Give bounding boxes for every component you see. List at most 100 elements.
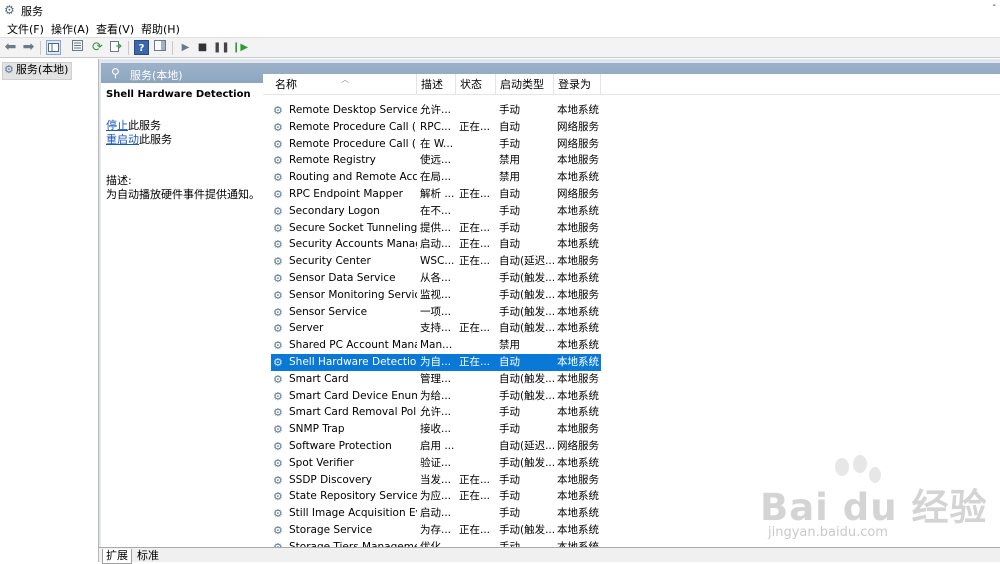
service-gear-icon: ⚙ [273, 221, 283, 235]
service-name: ⚙Storage Tiers Management [271, 539, 417, 547]
menu-help[interactable]: 帮助(H) [141, 21, 180, 37]
table-row[interactable]: ⚙ Sensor Data Service 从各... 手动(触发... 本地系统 [263, 270, 1000, 287]
export-list-icon[interactable] [108, 40, 123, 55]
service-startup-type: 手动 [499, 540, 520, 547]
service-name-text: SSDP Discovery [289, 473, 372, 486]
table-row[interactable]: ⚙ Still Image Acquisition Ev... 启动... 手动 本地系… [263, 505, 1000, 522]
service-name-text: Smart Card [289, 372, 349, 385]
service-status [456, 388, 496, 405]
menu-view[interactable]: 查看(V) [96, 21, 134, 37]
start-service-icon[interactable]: ▶ [178, 40, 193, 55]
show-console-tree-icon[interactable] [46, 40, 61, 55]
table-row[interactable]: ⚙ Secondary Logon 在不... 手动 本地系统 [263, 203, 1000, 220]
service-name: ⚙ Remote Registry [271, 152, 417, 169]
service-name: ⚙ SNMP Trap [271, 421, 417, 438]
service-status [456, 404, 496, 421]
service-logon-as: 网络服务 [557, 188, 599, 200]
service-description: 验证... [420, 456, 452, 469]
table-row[interactable]: ⚙ Smart Card Device Enum...为给... 手动(触发...本… [263, 388, 1000, 405]
pause-service-icon[interactable]: ❚❚ [213, 40, 230, 55]
properties-pane-icon[interactable] [70, 40, 85, 55]
back-icon[interactable]: ⬅ [3, 40, 18, 55]
forward-icon[interactable]: ➡ [21, 40, 36, 55]
service-startup-type: 手动(触发... [499, 524, 554, 536]
table-row-selected[interactable]: ⚙ Shell Hardware Detection 为自... 正在... 自动 本地系… [263, 354, 1000, 371]
table-row[interactable]: ⚙ Remote Procedure Call (... RPC... 正在... 自动… [263, 119, 1000, 136]
table-row[interactable]: ⚙ Security Accounts Manag...启动... 正在... 自动 本… [263, 236, 1000, 253]
service-description: 在局... [420, 171, 452, 184]
refresh-icon[interactable]: ⟳ [90, 40, 105, 55]
service-description: 启动... [420, 238, 452, 251]
service-name: ⚙ Remote Procedure Call (... [271, 136, 417, 153]
service-name-text: Remote Registry [289, 154, 376, 167]
service-name: ⚙ Spot Verifier [271, 455, 417, 472]
column-header-status[interactable]: 状态 [456, 74, 496, 94]
service-gear-icon: ⚙ [273, 238, 283, 252]
menu-file[interactable]: 文件(F) [7, 21, 44, 37]
service-description: 解析 ... [420, 188, 455, 200]
help-icon[interactable]: ? [134, 40, 149, 55]
service-gear-icon: ⚙ [273, 272, 283, 285]
service-logon-as: 本地服务 [557, 221, 599, 234]
service-gear-icon: ⚙ [273, 137, 283, 151]
service-logon-as: 本地系统 [557, 389, 599, 402]
table-row[interactable]: ⚙ Shared PC Account Mana... Man... 禁用 本地系统 [263, 337, 1000, 354]
service-name: ⚙ Still Image Acquisition Ev... [271, 505, 417, 522]
service-description: 为自... [417, 354, 456, 371]
table-row[interactable]: ⚙ Sensor Monitoring Service 监视... 手动(触发... 本… [263, 287, 1000, 304]
service-name-text: Remote Desktop Service... [289, 104, 417, 116]
service-gear-icon: ⚙ [273, 104, 283, 117]
tab-standard[interactable]: 标准 [134, 549, 162, 563]
stop-service-icon[interactable]: ■ [195, 40, 210, 55]
service-status [456, 304, 496, 321]
table-row[interactable]: ⚙ Remote Procedure Call (... 在 W... 手动 网络服务 [263, 136, 1000, 153]
service-description: 使远... [420, 154, 452, 167]
table-row[interactable]: ⚙ Sensor Service 一项... 手动(触发... 本地系统 [263, 304, 1000, 321]
table-row[interactable]: ⚙ SSDP Discovery 当发... 正在... 手动 本地服务 [263, 472, 1000, 489]
service-description: Man... [420, 339, 453, 352]
table-row[interactable]: ⚙ Software Protection 启用 ... 自动(延迟... 网络服务 [263, 438, 1000, 455]
service-name: ⚙ Sensor Monitoring Service [271, 287, 417, 304]
service-name-text: Sensor Monitoring Service [289, 288, 417, 301]
service-status: 正在... [459, 120, 491, 133]
service-startup-type: 手动 [499, 423, 520, 436]
table-row[interactable]: ⚙ Routing and Remote Acc... 在局... 禁用 本地系统 [263, 169, 1000, 186]
table-row[interactable]: ⚙ Smart Card 管理... 自动(触发... 本地服务 [263, 371, 1000, 388]
table-row[interactable]: ⚙ Spot Verifier 验证... 手动(触发... 本地系统 [263, 455, 1000, 472]
table-row[interactable]: ⚙ Storage Service 为存... 正在... 手动(触发... 本地系统 [263, 522, 1000, 539]
table-row[interactable]: ⚙ Smart Card Removal Poli... 允许... 手动 本地系统 [263, 404, 1000, 421]
restart-service-link[interactable]: 重启动 [106, 133, 139, 146]
table-row[interactable]: ⚙ Secure Socket Tunneling ... 提供... 正在... 手动… [263, 220, 1000, 237]
tree-node-services-local[interactable]: ⚙ 服务(本地) [2, 62, 73, 80]
service-gear-icon: ⚙ [273, 440, 283, 453]
service-status: 正在... [459, 490, 491, 503]
service-startup-type: 手动 [499, 137, 520, 150]
service-name-text: Sensor Service [289, 305, 368, 318]
table-row[interactable]: ⚙Storage Tiers Management优化... 手动 本地系统 [263, 539, 1000, 547]
table-row[interactable]: ⚙ Security Center WSC... 正在... 自动(延迟... 本地服务 [263, 253, 1000, 270]
menu-action[interactable]: 操作(A) [51, 21, 89, 37]
column-header-logon-as[interactable]: 登录为 [554, 74, 601, 94]
service-gear-icon: ⚙ [273, 473, 283, 487]
services-gear-icon: ⚙ [4, 3, 15, 17]
table-row[interactable]: ⚙ Remote Registry 使远... 禁用 本地服务 [263, 152, 1000, 169]
minimize-button[interactable]: - [992, 0, 996, 11]
restart-service-icon[interactable]: ❙▶ [232, 40, 248, 55]
table-row[interactable]: ⚙ State Repository Service 为应... 正在... 手动 本地系… [263, 488, 1000, 505]
action-pane-icon[interactable] [152, 40, 167, 55]
column-header-name[interactable]: ︿ 名称 [263, 74, 417, 94]
service-logon-as: 本地系统 [557, 272, 599, 284]
search-icon: ⚲ [111, 66, 120, 80]
column-header-description[interactable]: 描述 [417, 74, 456, 94]
table-row[interactable]: ⚙ RPC Endpoint Mapper 解析 ... 正在... 自动 网络服务 [263, 186, 1000, 203]
column-header-startup-type[interactable]: 启动类型 [496, 74, 554, 94]
service-name: ⚙ State Repository Service [271, 488, 417, 505]
table-row[interactable]: ⚙ Server 支持... 正在... 自动(触发... 本地系统 [263, 320, 1000, 337]
table-row[interactable]: ⚙ SNMP Trap 接收... 手动 本地服务 [263, 421, 1000, 438]
service-gear-icon: ⚙ [273, 372, 283, 386]
toolbar-separator [172, 41, 173, 55]
service-gear-icon: ⚙ [273, 524, 283, 537]
service-description: 优化... [420, 540, 452, 547]
service-startup-type: 自动 [496, 354, 554, 371]
table-row[interactable]: ⚙ Remote Desktop Service... 允许... 手动 本地系统 [263, 102, 1000, 119]
